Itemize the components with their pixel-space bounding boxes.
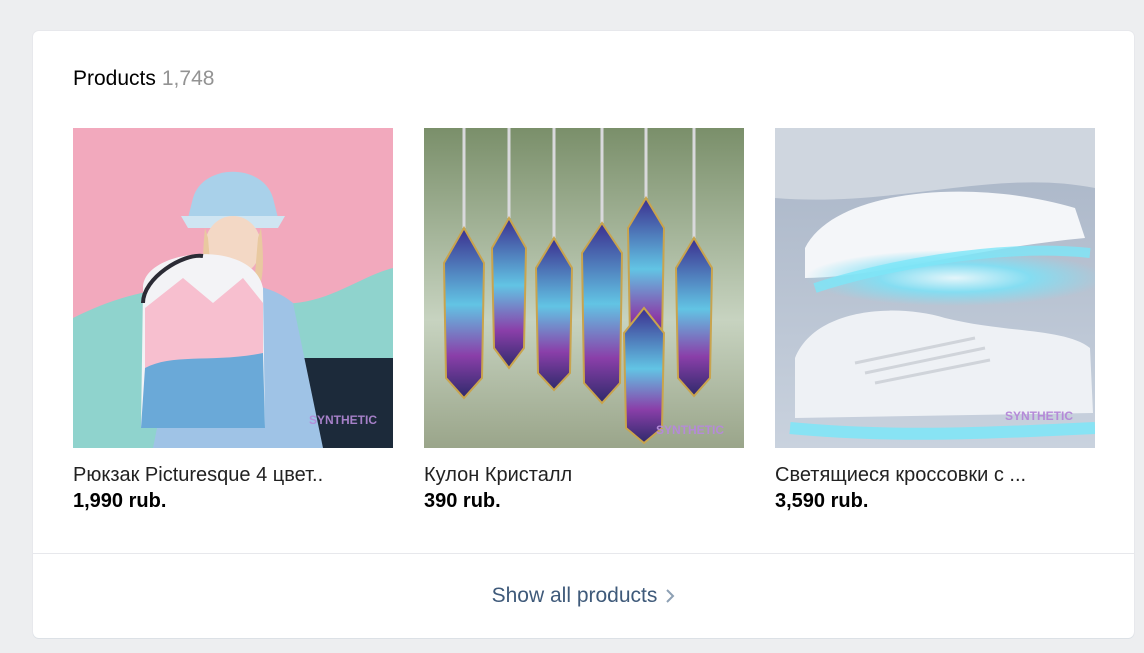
product-image-sneakers[interactable]: SYNTHETIC [775, 128, 1095, 448]
product-item[interactable]: SYNTHETIC Кулон Кристалл 390 rub. [424, 128, 744, 513]
products-list: SYNTHETIC Рюкзак Picturesque 4 цвет.. 1,… [73, 128, 1095, 513]
product-title[interactable]: Кулон Кристалл [424, 464, 744, 487]
chevron-right-icon [665, 588, 675, 604]
product-item[interactable]: SYNTHETIC Рюкзак Picturesque 4 цвет.. 1,… [73, 128, 393, 513]
product-image-crystal[interactable]: SYNTHETIC [424, 128, 744, 448]
svg-text:SYNTHETIC: SYNTHETIC [1005, 409, 1073, 423]
products-count: 1,748 [161, 67, 215, 90]
product-title[interactable]: Светящиеся кроссовки с ... [775, 464, 1095, 487]
svg-text:SYNTHETIC: SYNTHETIC [656, 423, 724, 437]
products-title[interactable]: Products [73, 67, 156, 90]
show-all-products-label[interactable]: Show all products [492, 584, 658, 608]
product-price: 390 rub. [424, 490, 501, 512]
show-all-products-button[interactable]: Show all products [33, 554, 1134, 638]
svg-text:SYNTHETIC: SYNTHETIC [309, 413, 377, 427]
product-price: 3,590 rub. [775, 490, 869, 512]
product-item[interactable]: SYNTHETIC Светящиеся кроссовки с ... 3,5… [775, 128, 1095, 513]
product-title[interactable]: Рюкзак Picturesque 4 цвет.. [73, 464, 393, 487]
products-card: Products 1,748 SYNTHETIC Рюкзак Pictures… [33, 31, 1134, 638]
products-header: Products 1,748 [73, 67, 214, 91]
product-image-backpack[interactable]: SYNTHETIC [73, 128, 393, 448]
product-price: 1,990 rub. [73, 490, 167, 512]
